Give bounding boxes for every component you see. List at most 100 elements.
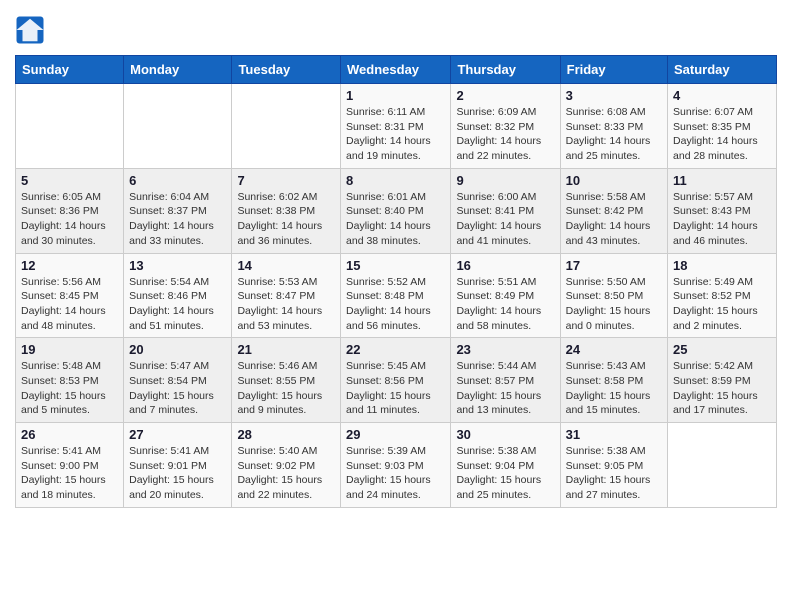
calendar-cell — [16, 84, 124, 169]
calendar-cell: 18 Sunrise: 5:49 AM Sunset: 8:52 PM Dayli… — [668, 253, 777, 338]
day-number: 14 — [237, 258, 335, 273]
calendar-cell: 15 Sunrise: 5:52 AM Sunset: 8:48 PM Dayli… — [341, 253, 451, 338]
day-info: Sunrise: 5:46 AM Sunset: 8:55 PM Dayligh… — [237, 359, 335, 418]
calendar-cell: 9Sunrise: 6:00 AM Sunset: 8:41 PM Daylig… — [451, 168, 560, 253]
calendar-cell: 10 Sunrise: 5:58 AM Sunset: 8:42 PM Dayli… — [560, 168, 667, 253]
day-info: Sunrise: 6:05 AM Sunset: 8:36 PM Dayligh… — [21, 190, 118, 249]
page-header — [15, 15, 777, 45]
day-number: 8 — [346, 173, 445, 188]
day-number: 22 — [346, 342, 445, 357]
calendar-cell: 16 Sunrise: 5:51 AM Sunset: 8:49 PM Dayli… — [451, 253, 560, 338]
calendar-cell: 28 Sunrise: 5:40 AM Sunset: 9:02 PM Dayli… — [232, 423, 341, 508]
day-info: Sunrise: 6:09 AM Sunset: 8:32 PM Dayligh… — [456, 105, 554, 164]
day-number: 2 — [456, 88, 554, 103]
day-number: 11 — [673, 173, 771, 188]
calendar-cell: 6 Sunrise: 6:04 AM Sunset: 8:37 PM Daylig… — [124, 168, 232, 253]
day-number: 23 — [456, 342, 554, 357]
day-header-tuesday: Tuesday — [232, 56, 341, 84]
day-info: Sunrise: 5:57 AM Sunset: 8:43 PM Dayligh… — [673, 190, 771, 249]
calendar-cell: 26 Sunrise: 5:41 AM Sunset: 9:00 PM Dayli… — [16, 423, 124, 508]
day-number: 15 — [346, 258, 445, 273]
day-info: Sunrise: 5:50 AM Sunset: 8:50 PM Dayligh… — [566, 275, 662, 334]
day-info: Sunrise: 6:01 AM Sunset: 8:40 PM Dayligh… — [346, 190, 445, 249]
day-number: 28 — [237, 427, 335, 442]
day-info: Sunrise: 5:53 AM Sunset: 8:47 PM Dayligh… — [237, 275, 335, 334]
calendar-cell: 21 Sunrise: 5:46 AM Sunset: 8:55 PM Dayli… — [232, 338, 341, 423]
calendar-cell — [668, 423, 777, 508]
calendar-cell: 14 Sunrise: 5:53 AM Sunset: 8:47 PM Dayli… — [232, 253, 341, 338]
day-info: Sunrise: 6:07 AM Sunset: 8:35 PM Dayligh… — [673, 105, 771, 164]
calendar-cell: 7 Sunrise: 6:02 AM Sunset: 8:38 PM Daylig… — [232, 168, 341, 253]
day-header-sunday: Sunday — [16, 56, 124, 84]
day-info: Sunrise: 5:42 AM Sunset: 8:59 PM Dayligh… — [673, 359, 771, 418]
day-number: 10 — [566, 173, 662, 188]
day-number: 29 — [346, 427, 445, 442]
day-number: 18 — [673, 258, 771, 273]
calendar-cell: 27 Sunrise: 5:41 AM Sunset: 9:01 PM Dayli… — [124, 423, 232, 508]
day-info: Sunrise: 5:49 AM Sunset: 8:52 PM Dayligh… — [673, 275, 771, 334]
calendar-cell: 11 Sunrise: 5:57 AM Sunset: 8:43 PM Dayli… — [668, 168, 777, 253]
day-header-saturday: Saturday — [668, 56, 777, 84]
day-info: Sunrise: 5:40 AM Sunset: 9:02 PM Dayligh… — [237, 444, 335, 503]
day-header-monday: Monday — [124, 56, 232, 84]
calendar-cell: 29 Sunrise: 5:39 AM Sunset: 9:03 PM Dayli… — [341, 423, 451, 508]
calendar-cell: 17 Sunrise: 5:50 AM Sunset: 8:50 PM Dayli… — [560, 253, 667, 338]
day-info: Sunrise: 5:43 AM Sunset: 8:58 PM Dayligh… — [566, 359, 662, 418]
day-number: 26 — [21, 427, 118, 442]
calendar-cell: 5 Sunrise: 6:05 AM Sunset: 8:36 PM Daylig… — [16, 168, 124, 253]
day-info: Sunrise: 6:08 AM Sunset: 8:33 PM Dayligh… — [566, 105, 662, 164]
day-number: 17 — [566, 258, 662, 273]
day-number: 21 — [237, 342, 335, 357]
calendar-cell: 30 Sunrise: 5:38 AM Sunset: 9:04 PM Dayli… — [451, 423, 560, 508]
day-number: 6 — [129, 173, 226, 188]
day-info: Sunrise: 5:48 AM Sunset: 8:53 PM Dayligh… — [21, 359, 118, 418]
day-number: 31 — [566, 427, 662, 442]
day-number: 12 — [21, 258, 118, 273]
day-number: 1 — [346, 88, 445, 103]
day-number: 16 — [456, 258, 554, 273]
calendar-cell: 19 Sunrise: 5:48 AM Sunset: 8:53 PM Dayli… — [16, 338, 124, 423]
day-number: 24 — [566, 342, 662, 357]
day-info: Sunrise: 5:44 AM Sunset: 8:57 PM Dayligh… — [456, 359, 554, 418]
calendar-cell: 20 Sunrise: 5:47 AM Sunset: 8:54 PM Dayli… — [124, 338, 232, 423]
calendar-cell: 23 Sunrise: 5:44 AM Sunset: 8:57 PM Dayli… — [451, 338, 560, 423]
day-info: Sunrise: 5:52 AM Sunset: 8:48 PM Dayligh… — [346, 275, 445, 334]
day-info: Sunrise: 5:38 AM Sunset: 9:04 PM Dayligh… — [456, 444, 554, 503]
day-number: 27 — [129, 427, 226, 442]
day-info: Sunrise: 6:00 AM Sunset: 8:41 PM Dayligh… — [456, 190, 554, 249]
calendar-cell: 8 Sunrise: 6:01 AM Sunset: 8:40 PM Daylig… — [341, 168, 451, 253]
calendar-cell — [232, 84, 341, 169]
day-info: Sunrise: 5:51 AM Sunset: 8:49 PM Dayligh… — [456, 275, 554, 334]
day-info: Sunrise: 5:41 AM Sunset: 9:01 PM Dayligh… — [129, 444, 226, 503]
day-info: Sunrise: 6:02 AM Sunset: 8:38 PM Dayligh… — [237, 190, 335, 249]
day-info: Sunrise: 5:54 AM Sunset: 8:46 PM Dayligh… — [129, 275, 226, 334]
day-info: Sunrise: 5:47 AM Sunset: 8:54 PM Dayligh… — [129, 359, 226, 418]
day-number: 20 — [129, 342, 226, 357]
calendar-cell — [124, 84, 232, 169]
day-number: 19 — [21, 342, 118, 357]
day-info: Sunrise: 5:41 AM Sunset: 9:00 PM Dayligh… — [21, 444, 118, 503]
day-info: Sunrise: 5:58 AM Sunset: 8:42 PM Dayligh… — [566, 190, 662, 249]
calendar-cell: 12 Sunrise: 5:56 AM Sunset: 8:45 PM Dayli… — [16, 253, 124, 338]
day-info: Sunrise: 5:39 AM Sunset: 9:03 PM Dayligh… — [346, 444, 445, 503]
day-number: 5 — [21, 173, 118, 188]
day-info: Sunrise: 6:04 AM Sunset: 8:37 PM Dayligh… — [129, 190, 226, 249]
day-info: Sunrise: 5:45 AM Sunset: 8:56 PM Dayligh… — [346, 359, 445, 418]
day-number: 13 — [129, 258, 226, 273]
calendar-cell: 31Sunrise: 5:38 AM Sunset: 9:05 PM Dayli… — [560, 423, 667, 508]
calendar-cell: 25 Sunrise: 5:42 AM Sunset: 8:59 PM Dayli… — [668, 338, 777, 423]
calendar-cell: 13 Sunrise: 5:54 AM Sunset: 8:46 PM Dayli… — [124, 253, 232, 338]
calendar-cell: 4Sunrise: 6:07 AM Sunset: 8:35 PM Daylig… — [668, 84, 777, 169]
calendar-cell: 24 Sunrise: 5:43 AM Sunset: 8:58 PM Dayli… — [560, 338, 667, 423]
calendar-cell: 22 Sunrise: 5:45 AM Sunset: 8:56 PM Dayli… — [341, 338, 451, 423]
day-header-thursday: Thursday — [451, 56, 560, 84]
calendar-cell: 1 Sunrise: 6:11 AM Sunset: 8:31 PM Daylig… — [341, 84, 451, 169]
day-info: Sunrise: 6:11 AM Sunset: 8:31 PM Dayligh… — [346, 105, 445, 164]
calendar-cell: 3 Sunrise: 6:08 AM Sunset: 8:33 PM Daylig… — [560, 84, 667, 169]
day-header-wednesday: Wednesday — [341, 56, 451, 84]
day-number: 25 — [673, 342, 771, 357]
day-number: 7 — [237, 173, 335, 188]
day-number: 3 — [566, 88, 662, 103]
day-number: 30 — [456, 427, 554, 442]
day-info: Sunrise: 5:56 AM Sunset: 8:45 PM Dayligh… — [21, 275, 118, 334]
